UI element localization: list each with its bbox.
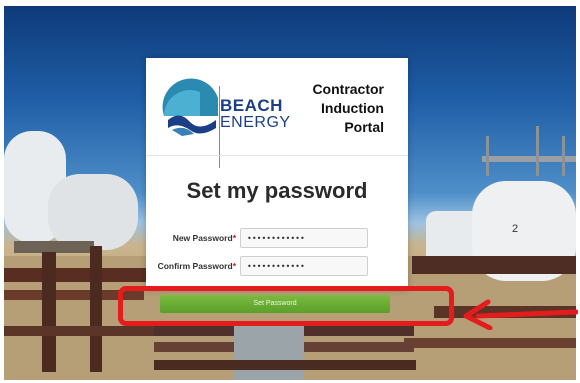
header-separator: [146, 155, 408, 156]
beach-energy-logo: BEACH ENERGY: [160, 76, 290, 168]
confirm-password-row: Confirm Password*: [146, 256, 408, 278]
logo-energy-text: ENERGY: [220, 114, 291, 131]
login-card: BEACH ENERGY Contractor Induction Portal…: [146, 58, 408, 313]
confirm-password-field[interactable]: [240, 256, 368, 276]
svg-text:2: 2: [512, 223, 518, 235]
logo-beach-text: BEACH: [220, 96, 283, 115]
portal-title: Contractor Induction Portal: [312, 80, 384, 137]
wave-logo-icon: [162, 78, 218, 136]
portal-header: BEACH ENERGY Contractor Induction Portal: [146, 58, 408, 168]
new-password-row: New Password*: [146, 228, 408, 250]
new-password-label: New Password*: [172, 233, 236, 243]
top-right-white-strip: [496, 0, 580, 6]
portal-title-line-1: Contractor: [312, 81, 384, 97]
portal-title-line-3: Portal: [344, 119, 384, 135]
form-heading: Set my password: [186, 178, 368, 203]
red-arrow-icon: [463, 299, 578, 330]
portal-title-line-2: Induction: [321, 100, 384, 116]
required-mark: *: [232, 233, 236, 243]
required-mark: *: [232, 261, 236, 271]
confirm-password-label: Confirm Password*: [157, 261, 236, 271]
new-password-field[interactable]: [240, 228, 368, 248]
highlight-box: [118, 286, 454, 326]
